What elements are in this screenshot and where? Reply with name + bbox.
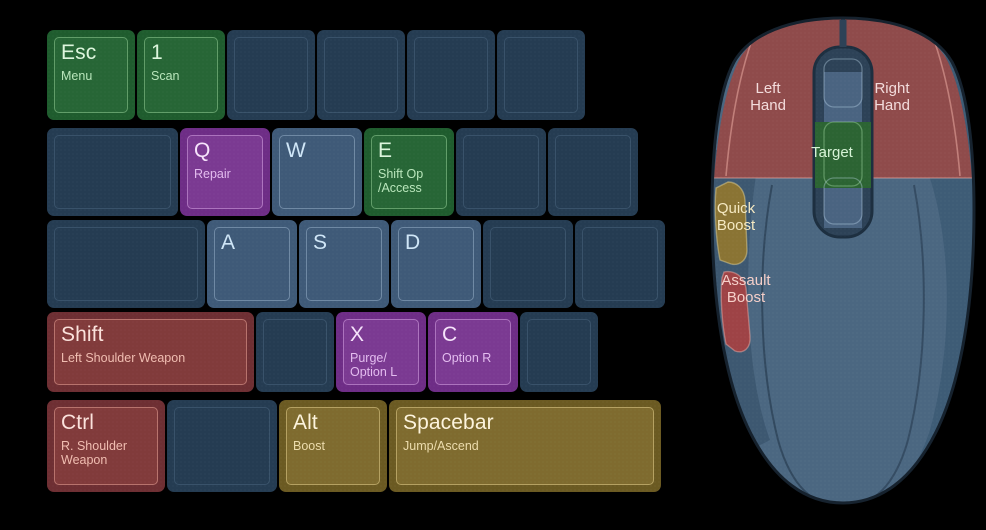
keyboard-row-4: Shift Left Shoulder Weapon X Purge/ Option … — [47, 312, 600, 392]
key-x-label: X — [350, 323, 365, 346]
key-x-description: Purge/ Option L — [350, 351, 398, 379]
key-ctrl-face: Ctrl R. Shoulder Weapon — [54, 407, 158, 485]
key-capslock — [47, 220, 205, 308]
key-tab — [47, 128, 178, 216]
key-esc-label: Esc — [61, 41, 97, 64]
keyboard-row-2: Q Repair W E Shift Op /Access — [47, 128, 640, 216]
wheel-texture — [814, 47, 872, 237]
key-blank-r3-1 — [483, 220, 573, 308]
key-alt[interactable]: Alt Boost — [279, 400, 387, 492]
key-e-description: Shift Op /Access — [378, 167, 424, 195]
key-shift-face: Shift Left Shoulder Weapon — [54, 319, 247, 385]
key-c[interactable]: C Option R — [428, 312, 518, 392]
key-blank-r5-1-face — [174, 407, 270, 485]
key-blank-r4-2-face — [527, 319, 591, 385]
key-c-face: C Option R — [435, 319, 511, 385]
key-q-face: Q Repair — [187, 135, 263, 209]
key-q[interactable]: Q Repair — [180, 128, 270, 216]
key-spacebar[interactable]: Spacebar Jump/Ascend — [389, 400, 661, 492]
key-esc-face: Esc Menu — [54, 37, 128, 113]
key-w[interactable]: W — [272, 128, 362, 216]
key-blank-r1-1-face — [234, 37, 308, 113]
key-e-face: E Shift Op /Access — [371, 135, 447, 209]
key-1-face: 1 Scan — [144, 37, 218, 113]
key-blank-r1-3 — [407, 30, 495, 120]
key-spacebar-description: Jump/Ascend — [403, 439, 479, 453]
key-c-label: C — [442, 323, 458, 346]
key-ctrl-label: Ctrl — [61, 411, 95, 434]
key-spacebar-face: Spacebar Jump/Ascend — [396, 407, 654, 485]
keyboard-row-1: Esc Menu 1 Scan — [47, 30, 587, 120]
keyboard-row-3: ASD — [47, 220, 667, 308]
key-alt-label: Alt — [293, 411, 318, 434]
key-e-label: E — [378, 139, 393, 162]
key-1[interactable]: 1 Scan — [137, 30, 225, 120]
key-blank-r2-1-face — [463, 135, 539, 209]
key-a-label: A — [221, 231, 236, 254]
key-d-face: D — [398, 227, 474, 301]
key-blank-r4-2 — [520, 312, 598, 392]
key-shift[interactable]: Shift Left Shoulder Weapon — [47, 312, 254, 392]
key-esc-description: Menu — [61, 69, 93, 83]
key-alt-description: Boost — [293, 439, 325, 453]
key-1-label: 1 — [151, 41, 163, 64]
key-blank-r4-1-face — [263, 319, 327, 385]
key-blank-r1-3-face — [414, 37, 488, 113]
keyboard-row-5: Ctrl R. Shoulder Weapon Alt Boost Spacebar Ju… — [47, 400, 663, 492]
key-shift-label: Shift — [61, 323, 104, 346]
key-a[interactable]: A — [207, 220, 297, 308]
key-blank-r2-2-face — [555, 135, 631, 209]
keyboard-diagram: Esc Menu 1 Scan Q Repair W E Shift Op /Access A S D… — [0, 0, 700, 530]
mouse-diagram: Left Hand Right Hand Target Quick Boost Assa… — [700, 0, 986, 530]
key-blank-r3-2 — [575, 220, 665, 308]
key-s-label: S — [313, 231, 328, 254]
key-blank-r1-4-face — [504, 37, 578, 113]
key-a-face: A — [214, 227, 290, 301]
key-blank-r1-4 — [497, 30, 585, 120]
key-shift-description: Left Shoulder Weapon — [61, 351, 186, 365]
mouse-illustration — [710, 16, 976, 505]
key-blank-r2-2 — [548, 128, 638, 216]
key-capslock-face — [54, 227, 198, 301]
key-blank-r3-2-face — [582, 227, 658, 301]
key-ctrl[interactable]: Ctrl R. Shoulder Weapon — [47, 400, 165, 492]
key-blank-r4-1 — [256, 312, 334, 392]
key-w-face: W — [279, 135, 355, 209]
key-q-label: Q — [194, 139, 211, 162]
key-blank-r1-2-face — [324, 37, 398, 113]
key-x[interactable]: X Purge/ Option L — [336, 312, 426, 392]
key-blank-r5-1 — [167, 400, 277, 492]
key-blank-r2-1 — [456, 128, 546, 216]
key-s[interactable]: S — [299, 220, 389, 308]
key-c-description: Option R — [442, 351, 492, 365]
key-alt-face: Alt Boost — [286, 407, 380, 485]
key-ctrl-description: R. Shoulder Weapon — [61, 439, 128, 467]
key-e[interactable]: E Shift Op /Access — [364, 128, 454, 216]
key-esc[interactable]: Esc Menu — [47, 30, 135, 120]
key-x-face: X Purge/ Option L — [343, 319, 419, 385]
key-blank-r1-1 — [227, 30, 315, 120]
control-mapping-diagram: Esc Menu 1 Scan Q Repair W E Shift Op /Access A S D… — [0, 0, 986, 530]
key-s-face: S — [306, 227, 382, 301]
key-blank-r1-2 — [317, 30, 405, 120]
key-q-description: Repair — [194, 167, 231, 181]
key-tab-face — [54, 135, 171, 209]
key-d[interactable]: D — [391, 220, 481, 308]
key-spacebar-label: Spacebar — [403, 411, 494, 434]
key-d-label: D — [405, 231, 421, 254]
key-blank-r3-1-face — [490, 227, 566, 301]
key-1-description: Scan — [151, 69, 180, 83]
key-w-label: W — [286, 139, 306, 162]
